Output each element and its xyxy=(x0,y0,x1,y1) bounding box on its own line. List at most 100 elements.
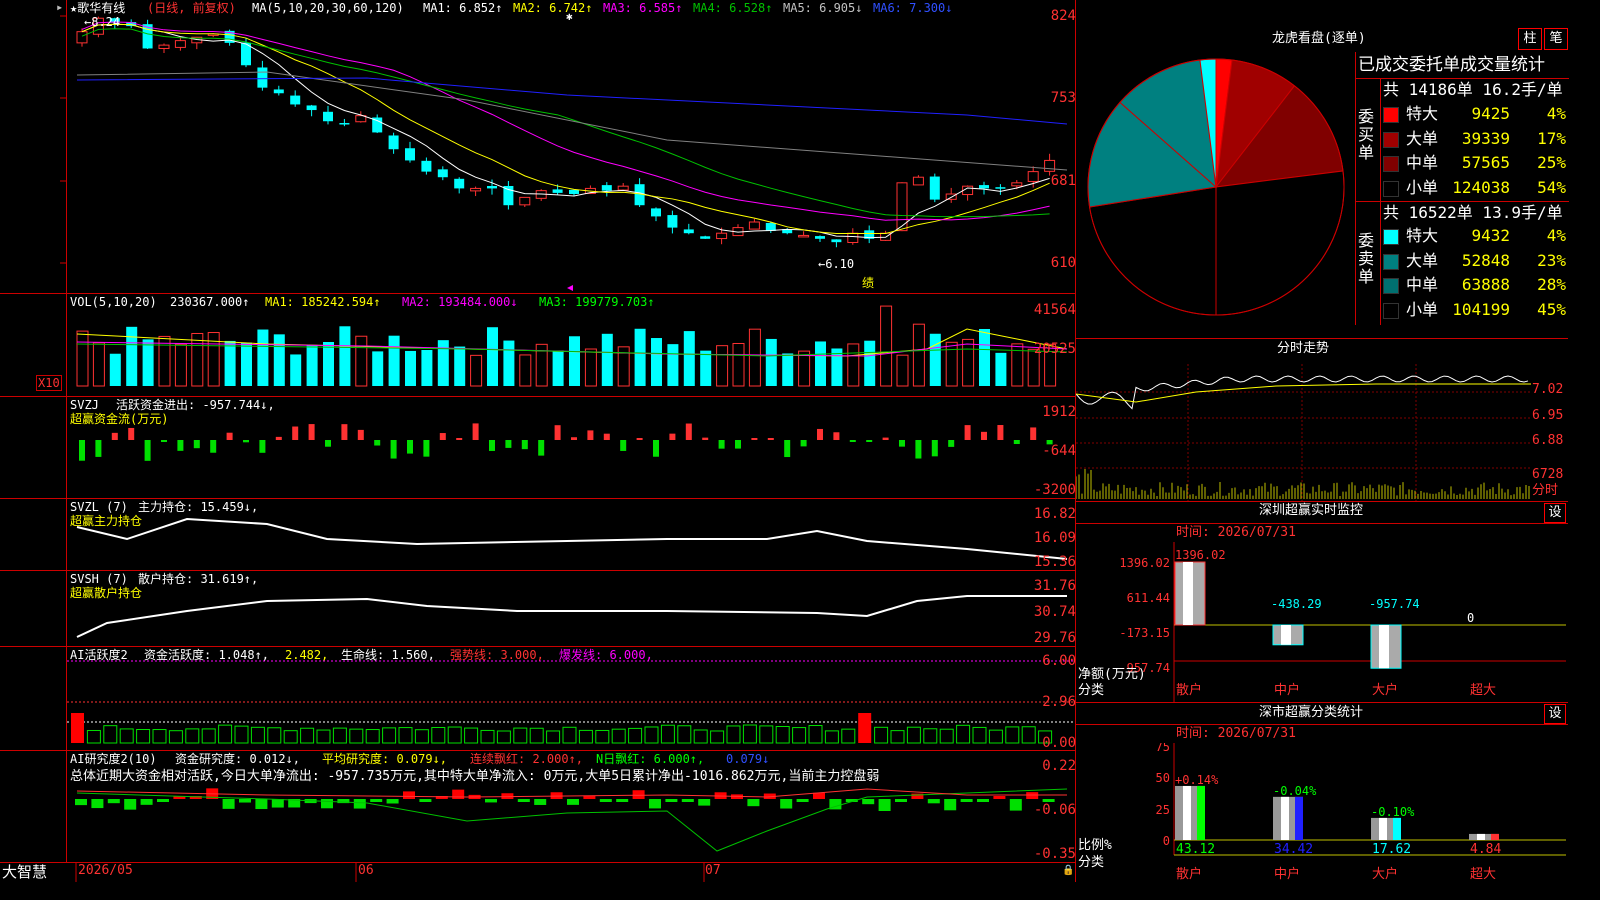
volume-bar xyxy=(519,354,532,387)
intraday-chart[interactable] xyxy=(1076,364,1568,501)
collapse-arrow-icon[interactable]: ▸ xyxy=(56,0,63,14)
ai2-value5: 0.079↓ xyxy=(726,752,770,766)
flow-bar xyxy=(439,433,446,440)
research-bar xyxy=(517,799,530,802)
volume-bar xyxy=(552,350,564,386)
intraday-y-tick: 6.95 xyxy=(1532,408,1564,423)
stock-name[interactable]: ★歌华有线 xyxy=(70,1,125,15)
volume-bar xyxy=(290,354,302,386)
lock-icon[interactable]: 🔒 xyxy=(1062,864,1074,878)
intraday-panel[interactable]: 分时走势 7.02 6.95 6.88 6728 分时 xyxy=(1076,339,1568,502)
flow-bar xyxy=(784,440,791,458)
activity-bar xyxy=(923,728,938,744)
volume-bar xyxy=(995,352,1007,386)
candle-body xyxy=(388,135,399,150)
order-stats-header: 已成交委托单成交量统计 xyxy=(1358,55,1545,75)
research-bar xyxy=(370,799,383,802)
star-marker: ✱ xyxy=(566,10,573,23)
volume-bar xyxy=(929,333,941,386)
volume-bar xyxy=(700,350,712,386)
ai1-activity: 资金活跃度: 1.048↑, xyxy=(144,648,270,662)
intraday-title: 分时走势 xyxy=(1276,341,1329,356)
vol-unit-badge: X10 xyxy=(36,375,62,391)
research-bar xyxy=(649,799,661,809)
activity-bar xyxy=(300,727,315,744)
volume-bar xyxy=(306,344,318,386)
flow-bar xyxy=(128,427,135,440)
research-bar xyxy=(485,799,497,803)
svzj-y-tick: 1912 xyxy=(1042,404,1076,420)
research-bar xyxy=(140,799,153,805)
volume-bar xyxy=(864,340,876,386)
dragon-tiger-panel[interactable]: 龙虎看盘(逐单) 柱 笔 已成交委托单成交量统计 委买单 委卖单 共 14186… xyxy=(1076,0,1569,339)
svzj-title: SVZJ xyxy=(70,398,99,412)
volume-bar xyxy=(601,333,613,386)
flow-bar xyxy=(243,440,249,443)
high-price-marker: ←8.24 xyxy=(84,15,121,29)
retail-line xyxy=(76,595,1067,638)
main-chart-area[interactable]: 824 753 681 610 ★歌华有线 (日线, 前复权) MA(5,10,… xyxy=(0,0,1076,882)
candle-body xyxy=(437,169,448,178)
volume-bar xyxy=(487,327,498,386)
volume-chart[interactable] xyxy=(67,294,1075,396)
vol-value: 230367.000↑ xyxy=(170,295,250,309)
activity-bar xyxy=(201,728,216,744)
ai1-burst-line: 爆发线: 6.000, xyxy=(559,648,653,662)
flow-bar xyxy=(161,440,167,442)
flow-bar xyxy=(554,425,561,440)
svzj-y-tick: -3200 xyxy=(1033,482,1076,498)
realtime-monitor-panel[interactable]: 深圳超赢实时监控 设 时间: 2026/07/31 1396.02 611.44 -… xyxy=(1076,502,1568,703)
flow-bar xyxy=(964,425,971,440)
activity-bar xyxy=(529,727,544,744)
flow-bar xyxy=(341,424,348,440)
candle-body xyxy=(617,185,629,191)
candle-body xyxy=(683,229,694,234)
classify-category: 大户 xyxy=(1372,866,1398,882)
monitor-settings-button[interactable]: 设 xyxy=(1544,503,1566,523)
research-bar xyxy=(255,799,268,810)
ai-activity-chart[interactable] xyxy=(67,647,1075,750)
y-tick-label: 753 xyxy=(1050,90,1076,106)
tick-mode-button[interactable]: 笔 xyxy=(1544,28,1568,50)
activity-bar xyxy=(824,730,839,744)
classify-stats-panel[interactable]: 深市超赢分类统计 设 时间: 2026/07/31 75 50 25 0 +0.14% 4… xyxy=(1076,703,1568,882)
chart-mode[interactable]: (日线, 前复权) xyxy=(147,1,236,15)
activity-bar xyxy=(858,713,872,743)
activity-bar xyxy=(447,726,462,744)
buy-orders-label: 委买单 xyxy=(1358,107,1375,162)
ai-research-chart[interactable] xyxy=(67,751,1075,862)
volume-bar xyxy=(569,336,580,386)
research-bar xyxy=(747,799,760,807)
flow-bar xyxy=(981,431,987,440)
bar-mode-button[interactable]: 柱 xyxy=(1518,28,1542,50)
monitor-bar-chart[interactable]: 1396.02 611.44 -173.15 -957.74 1396.02 散户 -438… xyxy=(1076,542,1568,702)
volume-bar xyxy=(372,351,384,386)
svzj-chart[interactable] xyxy=(67,397,1075,498)
earnings-marker[interactable]: 绩 xyxy=(862,276,874,290)
research-bar xyxy=(813,792,825,799)
low-price-marker: ←6.10 xyxy=(818,257,855,271)
classify-value: 4.84 xyxy=(1470,842,1501,857)
intraday-vol-tick: 6728 xyxy=(1532,467,1564,482)
flow-bar xyxy=(489,440,495,451)
order-row-vol: 124038 xyxy=(1452,177,1510,197)
candlestick-chart[interactable] xyxy=(67,0,1075,293)
flow-bar xyxy=(931,440,938,457)
ai1-title: AI活跃度2 xyxy=(70,648,128,662)
pie-chart[interactable] xyxy=(1076,50,1356,338)
volume-bar xyxy=(667,344,679,386)
brand-logo[interactable]: 大智慧 xyxy=(2,862,47,882)
order-stats-table: 已成交委托单成交量统计 委买单 委卖单 共 14186单 16.2手/单 共 1… xyxy=(1355,52,1569,325)
ma1-value: MA1: 6.852↑ xyxy=(423,1,503,15)
classify-bar-chart[interactable]: 75 50 25 0 +0.14% 43.12 散户 -0.04% 34.42 中户 -0.10% 1… xyxy=(1076,743,1568,882)
vol-ma3: MA3: 199779.703↑ xyxy=(539,295,655,309)
monitor-bar-value: -957.74 xyxy=(1369,597,1420,611)
ai2-y-tick: -0.06 xyxy=(1033,802,1076,818)
flow-bar xyxy=(817,428,823,440)
classify-settings-button[interactable]: 设 xyxy=(1544,704,1566,724)
ma-line xyxy=(76,77,1068,125)
activity-bar xyxy=(808,725,823,744)
research-bar xyxy=(386,799,399,804)
candle-body xyxy=(716,232,728,240)
flow-bar xyxy=(587,430,594,440)
